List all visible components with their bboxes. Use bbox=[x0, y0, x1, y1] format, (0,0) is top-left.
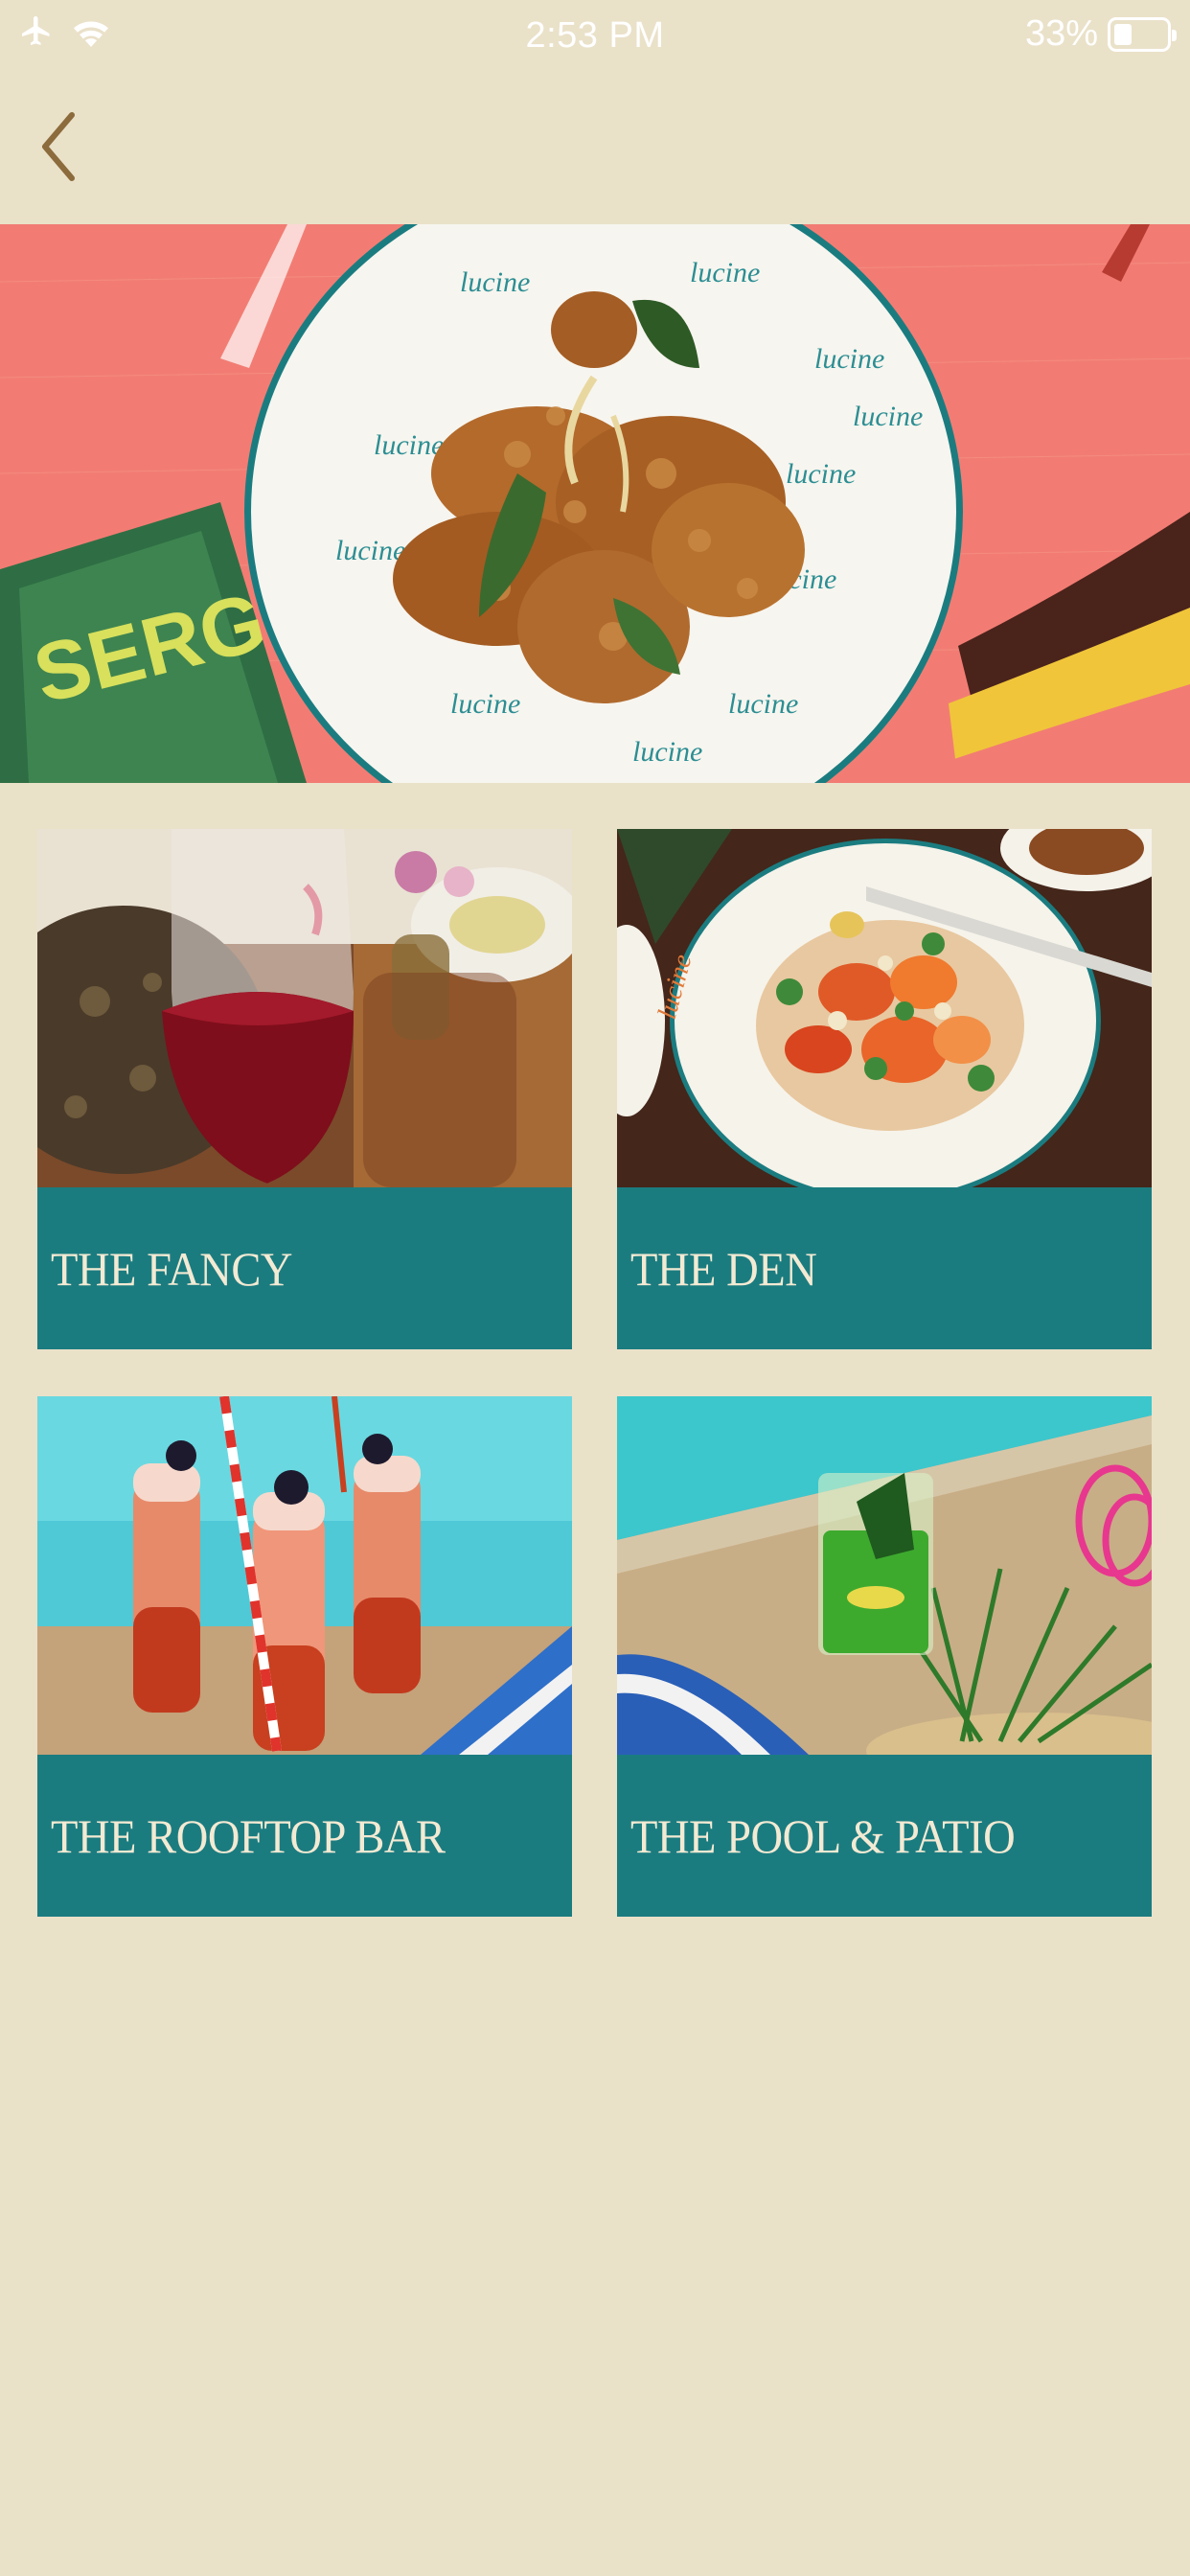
venue-photo-red-wine bbox=[37, 829, 572, 1187]
status-right: 33% bbox=[1024, 13, 1177, 55]
venue-photo-green-cocktail bbox=[617, 1396, 1152, 1755]
venue-label: THE ROOFTOP BAR bbox=[51, 1809, 446, 1863]
venue-label: THE POOL & PATIO bbox=[630, 1809, 1016, 1863]
venue-label-bar: THE DEN bbox=[617, 1187, 1152, 1349]
svg-text:lucine: lucine bbox=[728, 688, 798, 720]
svg-text:lucine: lucine bbox=[450, 688, 520, 720]
venue-card-the-rooftop-bar[interactable]: THE ROOFTOP BAR bbox=[37, 1396, 572, 1917]
venue-card-the-pool-and-patio[interactable]: THE POOL & PATIO bbox=[617, 1396, 1152, 1917]
svg-text:lucine: lucine bbox=[690, 257, 760, 288]
svg-text:lucine: lucine bbox=[632, 736, 702, 768]
battery-level bbox=[1114, 23, 1132, 45]
battery-icon bbox=[1108, 16, 1177, 52]
chevron-left-icon bbox=[37, 111, 78, 187]
venue-photo-tiki-cocktails bbox=[37, 1396, 572, 1755]
svg-text:lucine: lucine bbox=[786, 458, 856, 490]
status-time: 2:53 PM bbox=[525, 15, 665, 56]
venue-label: THE DEN bbox=[630, 1242, 817, 1296]
venue-label-bar: THE ROOFTOP BAR bbox=[37, 1755, 572, 1917]
svg-text:lucine: lucine bbox=[335, 535, 405, 566]
venue-card-the-den[interactable]: lucine THE DEN bbox=[617, 829, 1152, 1349]
venue-label-bar: THE POOL & PATIO bbox=[617, 1755, 1152, 1917]
svg-text:lucine: lucine bbox=[853, 401, 923, 432]
svg-text:lucine: lucine bbox=[814, 343, 884, 375]
hero-image: SERGIO lucine lucine lucine lucine lucin… bbox=[0, 224, 1190, 783]
venue-photo-salad-bowl: lucine bbox=[617, 829, 1152, 1187]
screen: 2:53 PM 33% SERGIO lucine lucine lucine … bbox=[0, 0, 1190, 2576]
venue-label: THE FANCY bbox=[51, 1242, 293, 1296]
status-bar: 2:53 PM 33% bbox=[0, 0, 1190, 73]
svg-text:lucine: lucine bbox=[460, 266, 530, 298]
venue-card-the-fancy[interactable]: THE FANCY bbox=[37, 829, 572, 1349]
svg-text:lucine: lucine bbox=[374, 429, 444, 461]
venue-label-bar: THE FANCY bbox=[37, 1187, 572, 1349]
battery-percent: 33% bbox=[1024, 13, 1098, 54]
back-button[interactable] bbox=[29, 105, 86, 192]
